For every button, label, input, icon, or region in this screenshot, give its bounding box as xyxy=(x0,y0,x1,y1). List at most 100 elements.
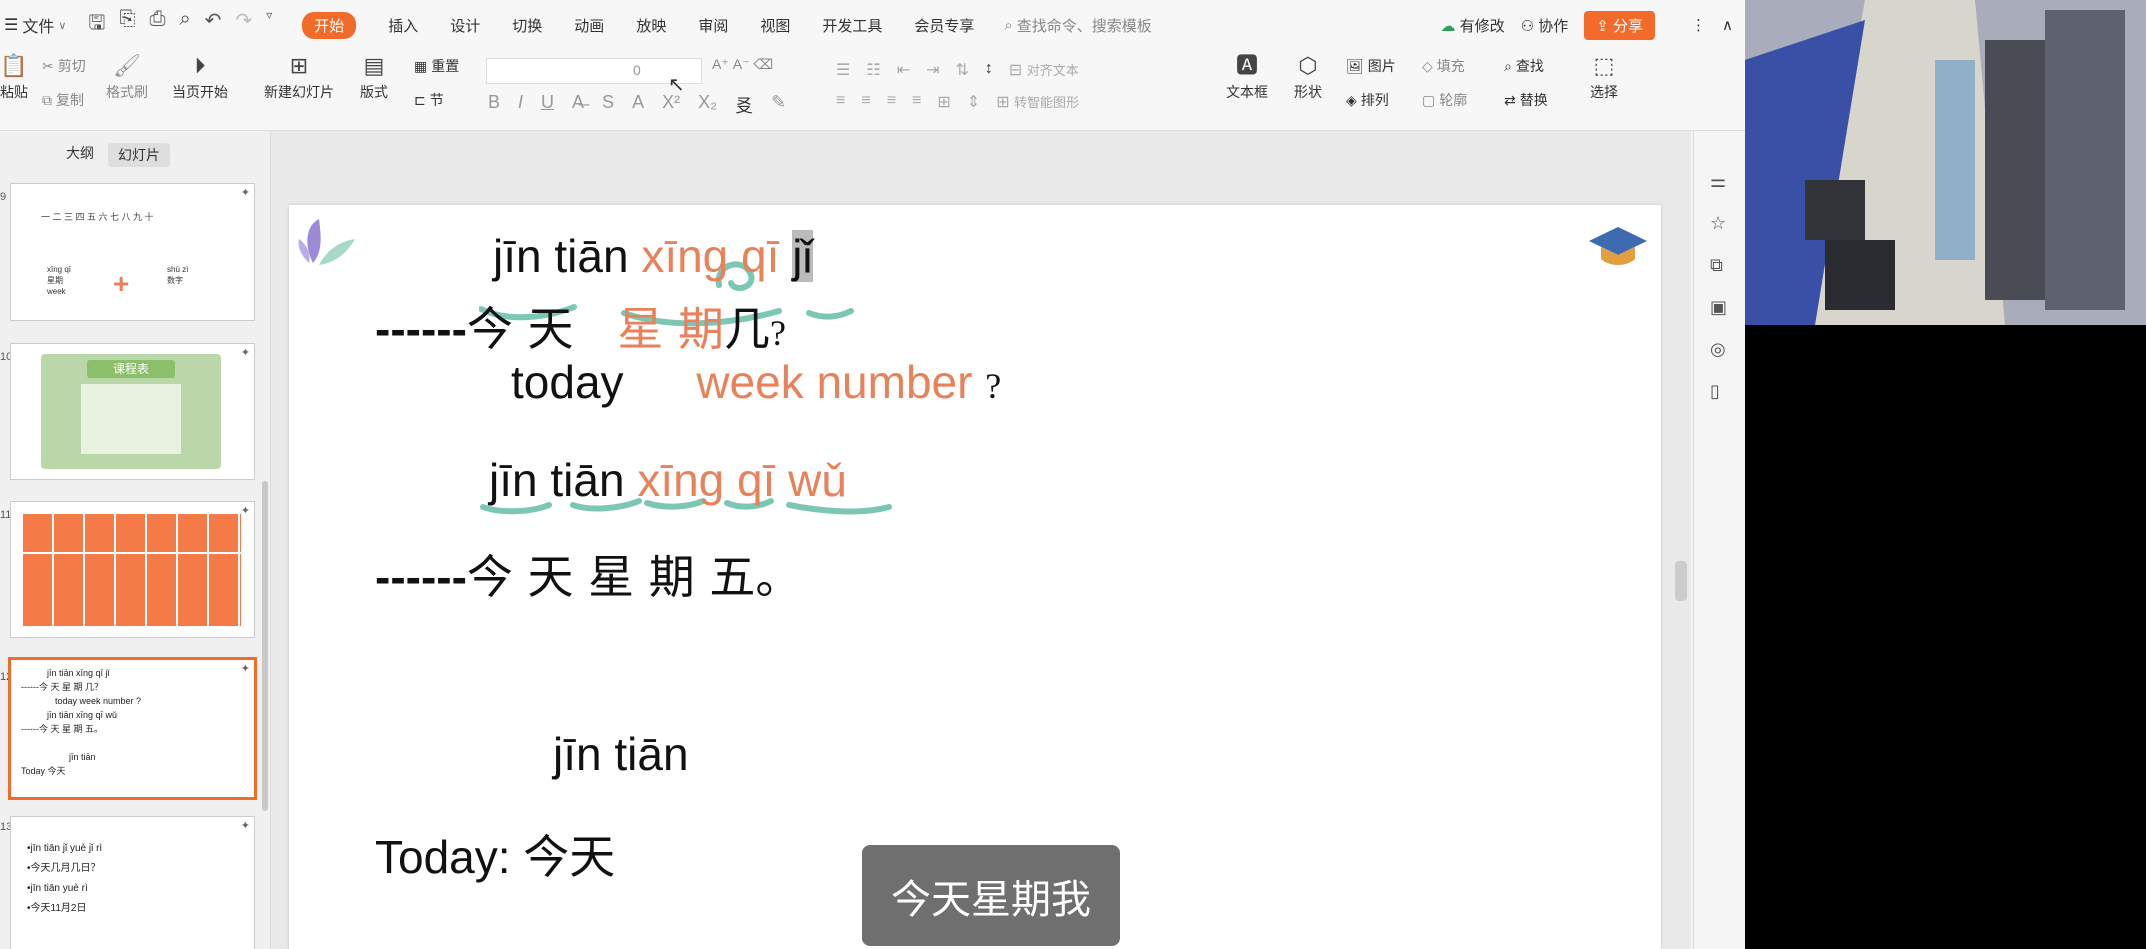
textbox-button[interactable]: 🅰 文本框 xyxy=(1226,54,1268,102)
replace-button[interactable]: ⇄ 替换 xyxy=(1504,90,1548,110)
new-slide-button[interactable]: ⊞ 新建幻灯片 xyxy=(264,54,334,102)
tab-outline[interactable]: 大纲 xyxy=(66,143,94,167)
animation-star-icon[interactable]: ☆ xyxy=(1710,213,1726,234)
col-spacing-icon[interactable]: ⇕ xyxy=(967,92,980,112)
numbering-icon[interactable]: ☷ xyxy=(866,60,880,80)
tab-developer[interactable]: 开发工具 xyxy=(822,15,882,36)
tab-animation[interactable]: 动画 xyxy=(574,15,604,36)
fill-button[interactable]: ◇ 填充 xyxy=(1422,56,1465,76)
reset-button[interactable]: ▦ 重置 xyxy=(414,56,459,76)
picture-button[interactable]: 🖼 图片 xyxy=(1346,56,1396,76)
section-icon: ⊏ xyxy=(414,91,426,108)
modified-status[interactable]: ☁ 有修改 xyxy=(1440,15,1504,36)
play-icon: ⏵ xyxy=(194,53,206,78)
question-mark: ? xyxy=(770,313,787,353)
format-painter-label: 格式刷 xyxy=(106,84,148,100)
highlight-icon[interactable]: ✎ xyxy=(771,92,786,118)
thumb-numbers: 一 二 三 四 五 六 七 八 九 十 xyxy=(41,212,154,222)
paste-button[interactable]: 📋 粘贴 xyxy=(0,54,28,102)
editor-scrollbar[interactable] xyxy=(1675,561,1687,601)
slide-thumbnail-13[interactable]: ✦ •jīn tiān jǐ yuè jǐ rì •今天几月几日？ •jīn t… xyxy=(10,816,255,949)
select-button[interactable]: ⬚ 选择 xyxy=(1590,54,1618,102)
font-format-row: B I U A̶ S A X² X₂ 㕛 ✎ xyxy=(488,92,786,118)
slide-thumbnail-10[interactable]: ✦ 课程表 xyxy=(10,343,255,480)
fill-icon: ◇ xyxy=(1422,57,1433,74)
increase-indent-icon[interactable]: ⇥ xyxy=(926,60,939,80)
italic-icon[interactable]: I xyxy=(518,92,523,118)
font-color-icon[interactable]: A xyxy=(632,92,644,118)
layout-button[interactable]: ▤ 版式 xyxy=(360,54,388,102)
bullets-icon[interactable]: ☰ xyxy=(836,60,850,80)
tab-design[interactable]: 设计 xyxy=(450,15,480,36)
align-text-button[interactable]: ⊟ 对齐文本 xyxy=(1009,60,1079,80)
line-spacing-icon[interactable]: ↕ xyxy=(985,60,993,80)
share-button[interactable]: ⇪ 分享 xyxy=(1584,10,1656,40)
text-direction-icon[interactable]: ⇅ xyxy=(956,60,969,80)
smart-shape-label: 转智能图形 xyxy=(1014,95,1080,110)
panel-scrollbar[interactable] xyxy=(262,481,268,811)
tab-review[interactable]: 审阅 xyxy=(698,15,728,36)
slide-thumbnail-9[interactable]: ✦ 一 二 三 四 五 六 七 八 九 十 xīng qī 星期 week + … xyxy=(10,183,255,321)
play-from-current-button[interactable]: ⏵ 当页开始 xyxy=(172,54,228,102)
thumb-text: •今天11月2日 xyxy=(27,903,87,914)
cut-button[interactable]: ✂ 剪切 xyxy=(42,56,86,76)
current-slide[interactable]: jīn tiān xīng qī jǐ ------今 天 星 期几? toda… xyxy=(289,205,1661,949)
slide-thumbnail-11[interactable]: ✦ xyxy=(10,501,255,638)
format-painter-button[interactable]: 🖌 格式刷 xyxy=(106,54,148,102)
pinyin-line-1: jīn tiān xīng qī jǐ xyxy=(493,229,813,283)
font-grow-shrink[interactable]: A⁺ A⁻ ⌫ xyxy=(712,56,773,73)
plus-icon: + xyxy=(113,268,130,299)
transition-icon[interactable]: ⧉ xyxy=(1710,255,1723,276)
image-tool-icon[interactable]: ▣ xyxy=(1710,297,1727,318)
more-icon[interactable]: ⋮ xyxy=(1691,16,1706,34)
print-icon[interactable]: ⎙ xyxy=(149,8,165,42)
thumb-text: •jīn tiān jǐ yuè jǐ rì xyxy=(27,843,103,854)
copy-button[interactable]: ⧉ 复制 xyxy=(42,90,84,110)
command-search[interactable]: ⌕ 查找命令、搜索模板 xyxy=(1004,15,1151,36)
align-center-icon[interactable]: ≡ xyxy=(861,92,870,112)
export-icon[interactable]: ⎘ xyxy=(119,8,135,42)
align-right-icon[interactable]: ≡ xyxy=(887,92,896,112)
location-icon[interactable]: ◎ xyxy=(1710,339,1726,360)
new-slide-label: 新建幻灯片 xyxy=(264,84,334,100)
arrange-button[interactable]: ◈ 排列 xyxy=(1346,90,1389,110)
smart-shape-button[interactable]: ⊞ 转智能图形 xyxy=(996,92,1079,112)
tab-slideshow[interactable]: 放映 xyxy=(636,15,666,36)
file-menu[interactable]: ☰ 文件 ∨ xyxy=(4,13,66,37)
collab-button[interactable]: ⚇ 协作 xyxy=(1521,15,1569,36)
tab-slides[interactable]: 幻灯片 xyxy=(108,143,170,167)
collapse-ribbon-icon[interactable]: ∧ xyxy=(1722,16,1733,34)
tab-home[interactable]: 开始 xyxy=(302,11,357,39)
char-spacing-icon[interactable]: 㕛 xyxy=(735,92,753,118)
decrease-indent-icon[interactable]: ⇤ xyxy=(897,60,910,80)
redo-icon[interactable]: ↷ xyxy=(235,8,252,42)
subscript-icon[interactable]: X₂ xyxy=(698,92,717,118)
print-preview-icon[interactable]: ⌕ xyxy=(179,8,190,42)
english-today: today xyxy=(511,356,624,408)
section-button[interactable]: ⊏ 节 xyxy=(414,90,444,110)
justify-icon[interactable]: ≡ xyxy=(912,92,921,112)
find-button[interactable]: ⌕ 查找 xyxy=(1504,56,1544,76)
menu-bar: ☰ 文件 ∨ 🖫 ⎘ ⎙ ⌕ ↶ ↷ ▿ 开始 插入 设计 切换 动画 放映 审… xyxy=(0,0,1745,50)
bold-icon[interactable]: B xyxy=(488,92,500,118)
distribute-icon[interactable]: ⊞ xyxy=(937,92,950,112)
shadow-icon[interactable]: S xyxy=(602,92,614,118)
undo-icon[interactable]: ↶ xyxy=(205,8,222,42)
mouse-cursor-icon: ↖ xyxy=(668,74,685,96)
customize-icon[interactable]: ▿ xyxy=(266,8,272,42)
settings-sliders-icon[interactable]: ⚌ xyxy=(1710,171,1726,192)
outline-button[interactable]: ▢ 轮廓 xyxy=(1422,90,1467,110)
arrange-label: 排列 xyxy=(1360,92,1389,108)
tab-view[interactable]: 视图 xyxy=(760,15,790,36)
question-mark: ? xyxy=(985,366,1002,406)
tab-insert[interactable]: 插入 xyxy=(388,15,418,36)
shape-button[interactable]: ⬡ 形状 xyxy=(1294,54,1322,102)
tab-transition[interactable]: 切换 xyxy=(512,15,542,36)
save-icon[interactable]: 🖫 xyxy=(88,8,105,42)
align-left-icon[interactable]: ≡ xyxy=(836,92,845,112)
slide-thumbnail-12[interactable]: ✦ jīn tiān xīng qī jǐ ------今 天 星 期 几？ t… xyxy=(8,657,257,800)
strike-icon[interactable]: A̶ xyxy=(572,92,584,118)
underline-icon[interactable]: U xyxy=(541,92,554,118)
tab-member[interactable]: 会员专享 xyxy=(914,15,974,36)
reader-icon[interactable]: ▯ xyxy=(1710,381,1720,402)
